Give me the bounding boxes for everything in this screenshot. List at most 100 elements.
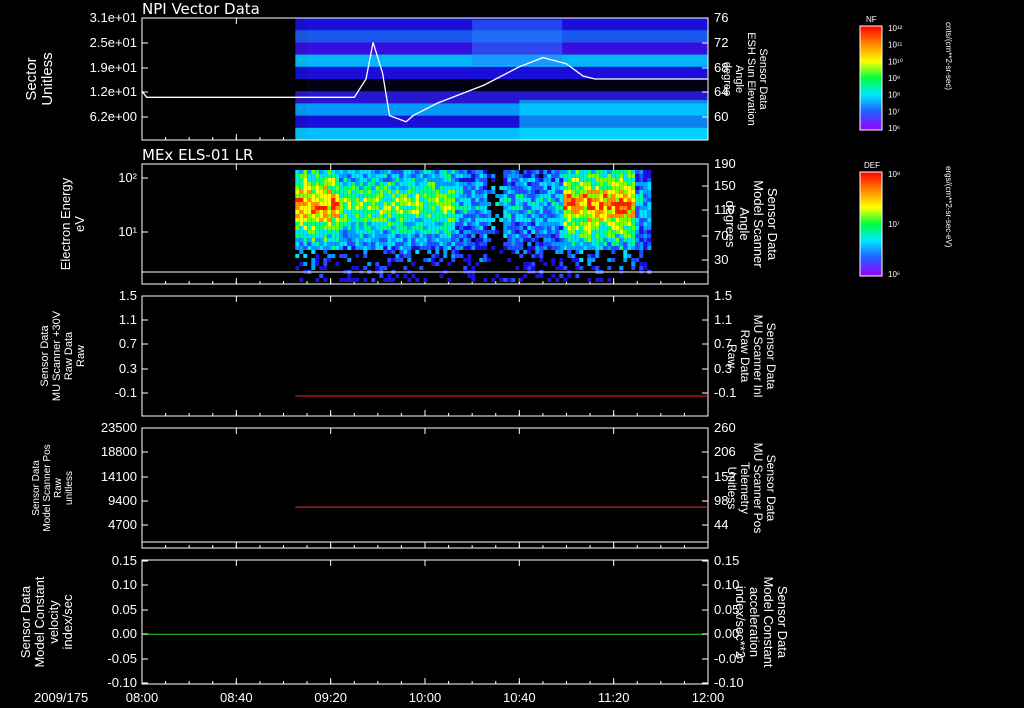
els-heat-cell	[475, 230, 480, 234]
els-heat-cell	[507, 170, 512, 174]
els-heat-cell	[575, 198, 580, 202]
els-heat-cell	[419, 222, 424, 226]
els-heat-cell	[595, 182, 600, 186]
els-heat-cell	[519, 246, 524, 250]
els-heat-cell	[515, 238, 520, 242]
els-heat-cell	[523, 174, 528, 178]
els-heat-cell	[631, 198, 636, 202]
els-heat-cell	[391, 246, 396, 250]
els-heat-cell	[643, 190, 648, 194]
els-heat-cell	[463, 246, 468, 250]
els-heat-cell	[563, 242, 568, 246]
els-heat-cell	[299, 214, 304, 218]
els-heat-cell	[311, 194, 316, 198]
els-heat-cell	[331, 254, 336, 258]
els-heat-cell	[555, 246, 560, 250]
els-heat-cell	[559, 206, 564, 210]
els-heat-cell	[335, 242, 340, 246]
els-heat-cell	[387, 182, 392, 186]
colorbar-def-gradient	[859, 171, 883, 277]
els-heat-cell	[511, 194, 516, 198]
els-heat-cell	[419, 226, 424, 230]
els-heat-cell	[435, 230, 440, 234]
els-heat-cell	[475, 238, 480, 242]
els-heat-cell	[503, 230, 508, 234]
els-heat-cell	[611, 202, 616, 206]
els-heat-cell	[379, 182, 384, 186]
left-tick-label: 14100	[101, 469, 137, 484]
els-heat-cell	[455, 254, 460, 258]
els-heat-cell	[483, 246, 488, 250]
els-heat-cell	[487, 174, 492, 178]
els-heat-cell	[627, 214, 632, 218]
els-heat-cell	[631, 258, 636, 262]
els-heat-cell	[623, 202, 628, 206]
els-heat-cell	[467, 254, 472, 258]
els-heat-cell	[411, 226, 416, 230]
els-heat-cell	[575, 266, 580, 270]
els-heat-cell	[363, 266, 368, 270]
left-tick-label: 1.1	[119, 312, 137, 327]
els-heat-cell	[459, 182, 464, 186]
els-heat-cell	[339, 218, 344, 222]
els-heat-cell	[335, 206, 340, 210]
els-heat-cell	[599, 278, 604, 282]
els-heat-cell	[539, 206, 544, 210]
els-heat-cell	[387, 206, 392, 210]
els-heat-cell	[507, 222, 512, 226]
els-heat-cell	[595, 222, 600, 226]
els-heat-cell	[591, 242, 596, 246]
els-heat-cell	[451, 194, 456, 198]
left-tick-label: 0.15	[112, 553, 137, 568]
colorbar-nf-title: NF	[866, 15, 877, 24]
els-heat-cell	[363, 194, 368, 198]
els-heat-cell	[623, 210, 628, 214]
els-heat-cell	[447, 182, 452, 186]
els-heat-cell	[507, 210, 512, 214]
els-heat-cell	[507, 218, 512, 222]
els-heat-cell	[419, 206, 424, 210]
els-heat-cell	[535, 274, 540, 278]
els-heat-cell	[379, 174, 384, 178]
els-heat-cell	[471, 234, 476, 238]
els-rlabel-line2: Model Scanner	[751, 180, 766, 268]
p3-ylabel-line4: Raw	[75, 345, 87, 367]
els-heat-cell	[351, 202, 356, 206]
p5-rlabel-line1: Sensor Data	[775, 586, 790, 659]
els-heat-cell	[323, 222, 328, 226]
els-heat-cell	[579, 170, 584, 174]
els-heat-cell	[499, 278, 504, 282]
els-heat-cell	[315, 246, 320, 250]
els-heat-cell	[347, 186, 352, 190]
els-heat-cell	[443, 238, 448, 242]
els-heat-cell	[371, 278, 376, 282]
els-heat-cell	[311, 266, 316, 270]
els-heat-cell	[607, 194, 612, 198]
els-heat-cell	[367, 246, 372, 250]
els-heat-cell	[311, 226, 316, 230]
els-heat-cell	[299, 178, 304, 182]
els-heat-cell	[343, 246, 348, 250]
els-heat-cell	[635, 170, 640, 174]
els-heat-cell	[295, 226, 300, 230]
els-heat-cell	[451, 198, 456, 202]
els-heat-cell	[567, 230, 572, 234]
panel-npi: NPI Vector Data 3.1e+012.5e+011.9e+011.2…	[23, 0, 769, 141]
els-heat-cell	[343, 190, 348, 194]
els-heat-cell	[295, 218, 300, 222]
els-heat-cell	[603, 234, 608, 238]
els-heat-cell	[375, 202, 380, 206]
els-heat-cell	[359, 230, 364, 234]
els-heat-cell	[623, 258, 628, 262]
els-heat-cell	[319, 242, 324, 246]
els-heat-cell	[307, 198, 312, 202]
els-heat-cell	[631, 222, 636, 226]
els-heat-cell	[551, 274, 556, 278]
els-heat-cell	[323, 266, 328, 270]
els-heat-cell	[419, 266, 424, 270]
els-heat-cell	[563, 186, 568, 190]
els-heat-cell	[351, 206, 356, 210]
els-heat-cell	[531, 178, 536, 182]
panel-mu-inl-frame	[141, 295, 709, 417]
els-heat-cell	[427, 182, 432, 186]
